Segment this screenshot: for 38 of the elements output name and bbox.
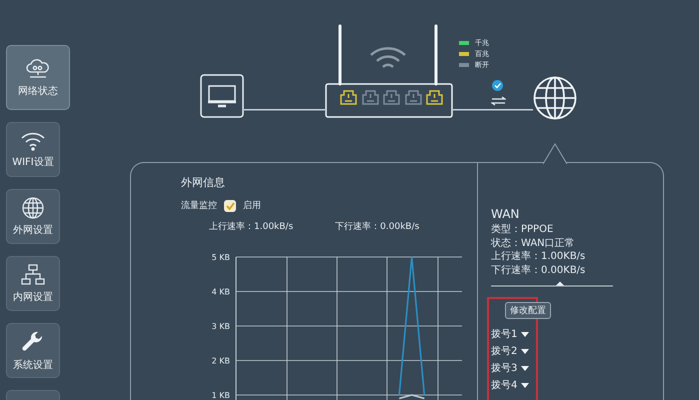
network-icon	[21, 264, 45, 286]
option-label: 启用	[243, 200, 261, 212]
dial-dropdown[interactable]: 拨号2	[491, 344, 530, 358]
dial-dropdown[interactable]: 拨号3	[491, 361, 530, 375]
upload-rate: 上行速率：1.00kB/s	[209, 220, 294, 233]
wan-title: WAN	[491, 207, 520, 221]
axis-tick-label: 5 KB	[212, 253, 230, 262]
sidebar-item[interactable]: WIFI设置	[6, 122, 60, 177]
wan-info-line: 状态：WAN口正常	[491, 236, 576, 250]
axis-tick-label: 1 KB	[212, 391, 230, 400]
sidebar-item[interactable]: 内网设置	[6, 256, 60, 311]
transfer-arrows-icon	[491, 96, 506, 106]
sidebar-item[interactable]: 网络状态	[6, 45, 70, 110]
monitor-checkbox[interactable]	[224, 200, 236, 212]
section-title: 外网信息	[181, 175, 226, 190]
dial-dropdown[interactable]: 拨号1	[491, 327, 530, 341]
globe-icon	[22, 196, 44, 218]
caret-icon	[521, 366, 530, 370]
wifi-icon	[20, 130, 46, 150]
caret-icon	[521, 332, 530, 336]
edit-config-button[interactable]: 修改配置	[505, 302, 551, 319]
wan-info-line: 类型：PPPOE	[491, 223, 554, 236]
axis-tick-label: 3 KB	[212, 322, 230, 331]
caret-icon	[521, 348, 530, 354]
sidebar-item[interactable]: 外网设置	[6, 189, 60, 244]
sidebar-item[interactable]: 系统设置	[6, 323, 60, 378]
wrench-icon	[21, 330, 45, 354]
caret-icon	[521, 382, 530, 388]
monitor-label: 流量监控	[181, 200, 217, 212]
wan-info-line: 下行速率：0.00KB/s	[491, 264, 586, 277]
dial-dropdown[interactable]: 拨号4	[491, 378, 530, 392]
axis-tick-label: 2 KB	[212, 356, 230, 366]
computer-node-icon	[200, 74, 244, 118]
globe-icon	[533, 76, 577, 120]
axis-tick-label: 4 KB	[212, 288, 230, 296]
wan-info-line: 上行速率：1.00KB/s	[491, 250, 586, 264]
download-rate: 下行速率：0.00kB/s	[335, 220, 420, 233]
cloud-icon	[25, 58, 51, 80]
